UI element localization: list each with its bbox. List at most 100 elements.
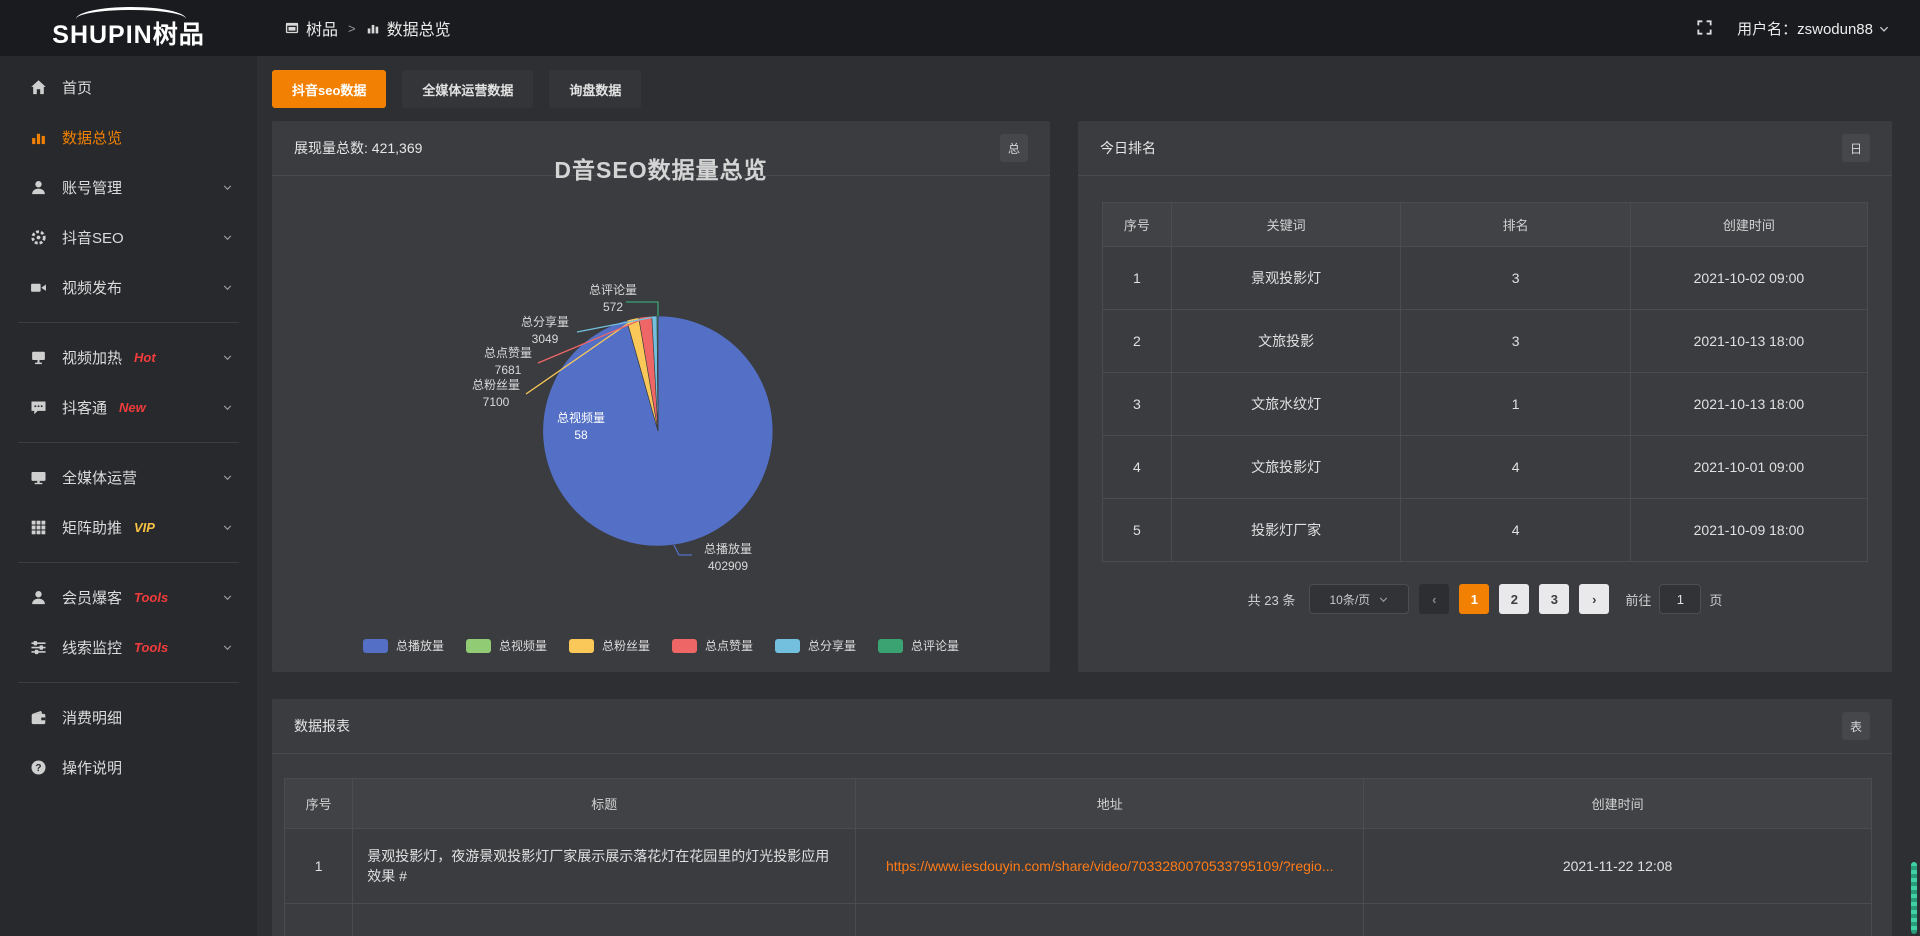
tab-抖音seo数据[interactable]: 抖音seo数据 xyxy=(272,70,386,108)
sidebar-item-label: 视频发布 xyxy=(62,277,122,298)
sidebar-item-账号管理[interactable]: 账号管理 xyxy=(0,162,257,212)
ranking-column-header: 序号 xyxy=(1103,203,1172,247)
top-header: SHUPIN树品 树品>数据总览 用户名：zswodun88 xyxy=(0,0,1920,56)
pie-label-value: 3049 xyxy=(521,331,569,348)
ranking-day-badge-button[interactable]: 日 xyxy=(1842,134,1870,162)
chevron-down-icon xyxy=(222,589,233,606)
grid-icon xyxy=(30,518,47,536)
table-cell-title: 景观投影灯，夜游景观投影灯厂家展示展示落花灯在花园里的灯光投影应用效果 # xyxy=(353,829,856,904)
legend-item-总点赞量[interactable]: 总点赞量 xyxy=(672,637,753,654)
chevron-down-icon xyxy=(222,229,233,246)
pagination-goto: 前往页 xyxy=(1625,584,1722,614)
sidebar-divider xyxy=(18,682,239,683)
sidebar-item-label: 数据总览 xyxy=(62,127,122,148)
legend-chip xyxy=(775,639,800,653)
report-table: 序号标题地址创建时间1景观投影灯，夜游景观投影灯厂家展示展示落花灯在花园里的灯光… xyxy=(284,778,1872,936)
sidebar-item-会员爆客[interactable]: 会员爆客Tools xyxy=(0,572,257,622)
monitor-icon xyxy=(30,468,47,486)
page-scrollbar-thumb[interactable] xyxy=(1911,862,1917,934)
person-icon xyxy=(30,588,47,606)
table-cell: 1 xyxy=(1401,373,1631,436)
logo[interactable]: SHUPIN树品 xyxy=(0,5,257,51)
pie-label-总分享量: 总分享量3049 xyxy=(521,314,569,348)
table-cell: 4 xyxy=(1103,436,1172,499)
overview-chart-panel: 展现量总数: 421,369 总 D音SEO数据量总览 总播放量402909总视… xyxy=(272,121,1050,672)
table-cell: 2 xyxy=(1103,310,1172,373)
video-link[interactable]: https://www.iesdouyin.com/share/video/70… xyxy=(886,858,1334,874)
pagination: 共 23 条10条/页‹123›前往页 xyxy=(1078,584,1892,614)
bar-chart-icon xyxy=(366,19,380,37)
sidebar-item-视频加热[interactable]: 视频加热Hot xyxy=(0,332,257,382)
breadcrumb-item[interactable]: 树品 xyxy=(285,16,338,40)
legend-label: 总视频量 xyxy=(499,637,547,654)
sidebar-item-数据总览[interactable]: 数据总览 xyxy=(0,112,257,162)
sidebar-item-视频发布[interactable]: 视频发布 xyxy=(0,262,257,312)
legend-label: 总评论量 xyxy=(911,637,959,654)
breadcrumb-item[interactable]: 数据总览 xyxy=(366,16,451,40)
table-cell-empty xyxy=(856,904,1364,936)
pagination-page-1[interactable]: 1 xyxy=(1459,584,1489,614)
table-cell: 2021-10-02 09:00 xyxy=(1630,247,1867,310)
sidebar-item-线索监控[interactable]: 线索监控Tools xyxy=(0,622,257,672)
pie-label-name: 总评论量 xyxy=(589,282,637,299)
table-cell: 2021-10-01 09:00 xyxy=(1630,436,1867,499)
sidebar-item-全媒体运营[interactable]: 全媒体运营 xyxy=(0,452,257,502)
pie-label-总粉丝量: 总粉丝量7100 xyxy=(472,377,520,411)
user-icon xyxy=(30,178,47,196)
bar-chart-icon xyxy=(30,128,47,146)
sidebar-item-抖客通[interactable]: 抖客通New xyxy=(0,382,257,432)
pagination-page-2[interactable]: 2 xyxy=(1499,584,1529,614)
legend-item-总粉丝量[interactable]: 总粉丝量 xyxy=(569,637,650,654)
tab-询盘数据[interactable]: 询盘数据 xyxy=(549,70,641,108)
chevron-down-icon xyxy=(222,179,233,196)
report-column-header: 地址 xyxy=(856,779,1364,829)
pie-label-总评论量: 总评论量572 xyxy=(589,282,637,316)
pagination-next-button[interactable]: › xyxy=(1579,584,1609,614)
report-table-badge-button[interactable]: 表 xyxy=(1842,712,1870,740)
logo-inner: SHUPIN树品 xyxy=(52,5,204,51)
legend-item-总播放量[interactable]: 总播放量 xyxy=(363,637,444,654)
app-root: SHUPIN树品 树品>数据总览 用户名：zswodun88 首页数据总览账号管… xyxy=(0,0,1920,936)
chevron-down-icon xyxy=(222,349,233,366)
user-menu[interactable]: 用户名：zswodun88 xyxy=(1737,18,1890,39)
sidebar-item-操作说明[interactable]: ?操作说明 xyxy=(0,742,257,792)
logo-arc-decoration xyxy=(76,7,186,19)
chevron-down-icon xyxy=(1878,20,1890,37)
sidebar-item-badge: Tools xyxy=(134,590,168,605)
page-size-select[interactable]: 10条/页 xyxy=(1309,584,1409,614)
sliders-icon xyxy=(30,638,47,656)
goto-page-input[interactable] xyxy=(1659,584,1701,614)
pie-label-value: 572 xyxy=(589,299,637,316)
sidebar-item-label: 首页 xyxy=(62,77,92,98)
table-cell: 2021-10-09 18:00 xyxy=(1630,499,1867,562)
legend-item-总分享量[interactable]: 总分享量 xyxy=(775,637,856,654)
pagination-prev-button[interactable]: ‹ xyxy=(1419,584,1449,614)
fullscreen-icon[interactable] xyxy=(1696,19,1713,37)
table-cell: 文旅投影灯 xyxy=(1171,436,1401,499)
table-cell-empty xyxy=(353,904,856,936)
pie-label-name: 总分享量 xyxy=(521,314,569,331)
ranking-column-header: 关键词 xyxy=(1171,203,1401,247)
today-ranking-panel: 今日排名 日 序号关键词排名创建时间1景观投影灯32021-10-02 09:0… xyxy=(1078,121,1892,672)
pagination-page-3[interactable]: 3 xyxy=(1539,584,1569,614)
report-column-header: 创建时间 xyxy=(1364,779,1872,829)
legend-chip xyxy=(466,639,491,653)
pie-label-value: 402909 xyxy=(704,558,752,575)
sidebar-item-label: 消费明细 xyxy=(62,707,122,728)
table-cell-empty xyxy=(1364,904,1872,936)
sidebar-item-矩阵助推[interactable]: 矩阵助推VIP xyxy=(0,502,257,552)
ranking-panel-title: 今日排名 xyxy=(1100,138,1156,158)
app-window-icon xyxy=(285,19,299,37)
tab-全媒体运营数据[interactable]: 全媒体运营数据 xyxy=(402,70,533,108)
svg-text:?: ? xyxy=(35,763,41,774)
sidebar-item-抖音SEO[interactable]: 抖音SEO xyxy=(0,212,257,262)
sidebar-item-首页[interactable]: 首页 xyxy=(0,62,257,112)
chevron-down-icon xyxy=(222,639,233,656)
legend-item-总评论量[interactable]: 总评论量 xyxy=(878,637,959,654)
table-cell: 投影灯厂家 xyxy=(1171,499,1401,562)
sidebar-item-消费明细[interactable]: 消费明细 xyxy=(0,692,257,742)
legend-item-总视频量[interactable]: 总视频量 xyxy=(466,637,547,654)
table-cell: 4 xyxy=(1401,499,1631,562)
table-cell-created: 2021-11-22 12:08 xyxy=(1364,829,1872,904)
legend-label: 总分享量 xyxy=(808,637,856,654)
